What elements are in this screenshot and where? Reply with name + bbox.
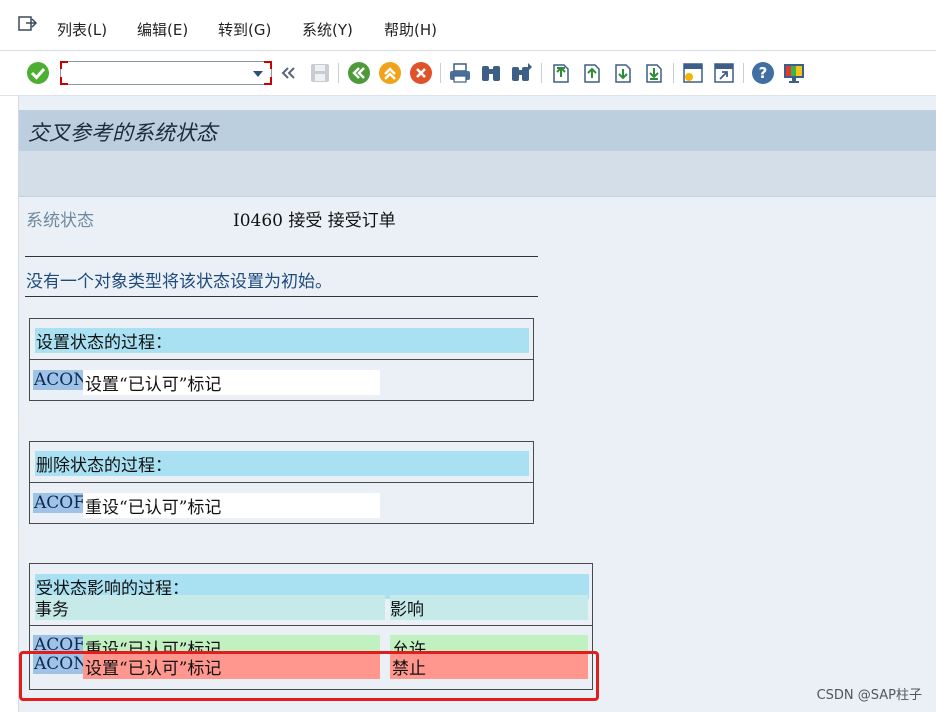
command-field[interactable] [60, 61, 272, 85]
set-status-heading: 设置状态的过程： [35, 328, 529, 353]
set-status-box: 设置状态的过程： ACON 设置“已认可”标记 [29, 318, 534, 401]
find-icon[interactable] [479, 61, 503, 85]
help-icon[interactable]: ? [751, 61, 775, 85]
next-page-icon[interactable] [611, 61, 635, 85]
standard-toolbar: ? [0, 51, 936, 96]
find-next-icon[interactable] [510, 61, 534, 85]
title-bar: 交叉参考的系统状态 [19, 110, 936, 150]
save-icon[interactable] [308, 61, 332, 85]
column-header-effect: 影响 [390, 595, 588, 620]
column-header-transaction: 事务 [35, 595, 385, 620]
application-toolbar [19, 150, 936, 197]
back-double-icon[interactable] [279, 61, 297, 85]
box-divider [30, 625, 592, 626]
menu-edit[interactable]: 编辑(E) [137, 19, 188, 40]
initial-status-note: 没有一个对象类型将该状态设置为初始。 [26, 272, 332, 292]
toolbar-separator [673, 63, 674, 83]
enter-icon[interactable] [26, 61, 50, 85]
delete-status-text: 重设“已认可”标记 [83, 493, 380, 518]
toolbar-separator [541, 63, 542, 83]
chevron-down-icon[interactable] [253, 71, 263, 77]
set-status-text: 设置“已认可”标记 [83, 370, 380, 395]
menu-bar: 列表(L) 编辑(E) 转到(G) 系统(Y) 帮助(H) [0, 0, 936, 51]
back-icon[interactable] [347, 61, 371, 85]
svg-text:?: ? [759, 64, 768, 82]
menu-exit-icon[interactable] [18, 15, 38, 33]
page-title: 交叉参考的系统状态 [28, 121, 217, 145]
delete-status-heading: 删除状态的过程： [35, 451, 529, 476]
cancel-icon[interactable] [409, 61, 433, 85]
delete-status-box: 删除状态的过程： ACOF 重设“已认可”标记 [29, 441, 534, 524]
toolbar-separator [440, 63, 441, 83]
menu-goto[interactable]: 转到(G) [218, 19, 271, 40]
customize-layout-icon[interactable] [782, 61, 806, 85]
last-page-icon[interactable] [642, 61, 666, 85]
set-status-code[interactable]: ACON [33, 370, 90, 390]
screen-area: 交叉参考的系统状态 系统状态 I0460 接受 接受订单 没有一个对象类型将该状… [18, 96, 936, 712]
delete-status-code[interactable]: ACOF [33, 493, 87, 513]
create-session-icon[interactable] [681, 61, 705, 85]
first-page-icon[interactable] [549, 61, 573, 85]
box-divider [30, 359, 533, 360]
menu-system[interactable]: 系统(Y) [302, 19, 353, 40]
watermark: CSDN @SAP柱子 [816, 688, 922, 703]
exit-icon[interactable] [378, 61, 402, 85]
box-divider [30, 482, 533, 483]
toolbar-separator [743, 63, 744, 83]
highlight-annotation [19, 651, 599, 701]
divider [25, 256, 538, 257]
toolbar-separator [338, 63, 339, 83]
previous-page-icon[interactable] [580, 61, 604, 85]
system-status-label: 系统状态 [26, 211, 94, 231]
shortcut-icon[interactable] [712, 61, 736, 85]
menu-list[interactable]: 列表(L) [57, 19, 107, 40]
divider [25, 296, 538, 297]
print-icon[interactable] [448, 61, 472, 85]
system-status-value: I0460 接受 接受订单 [233, 211, 396, 231]
menu-help[interactable]: 帮助(H) [384, 19, 437, 40]
